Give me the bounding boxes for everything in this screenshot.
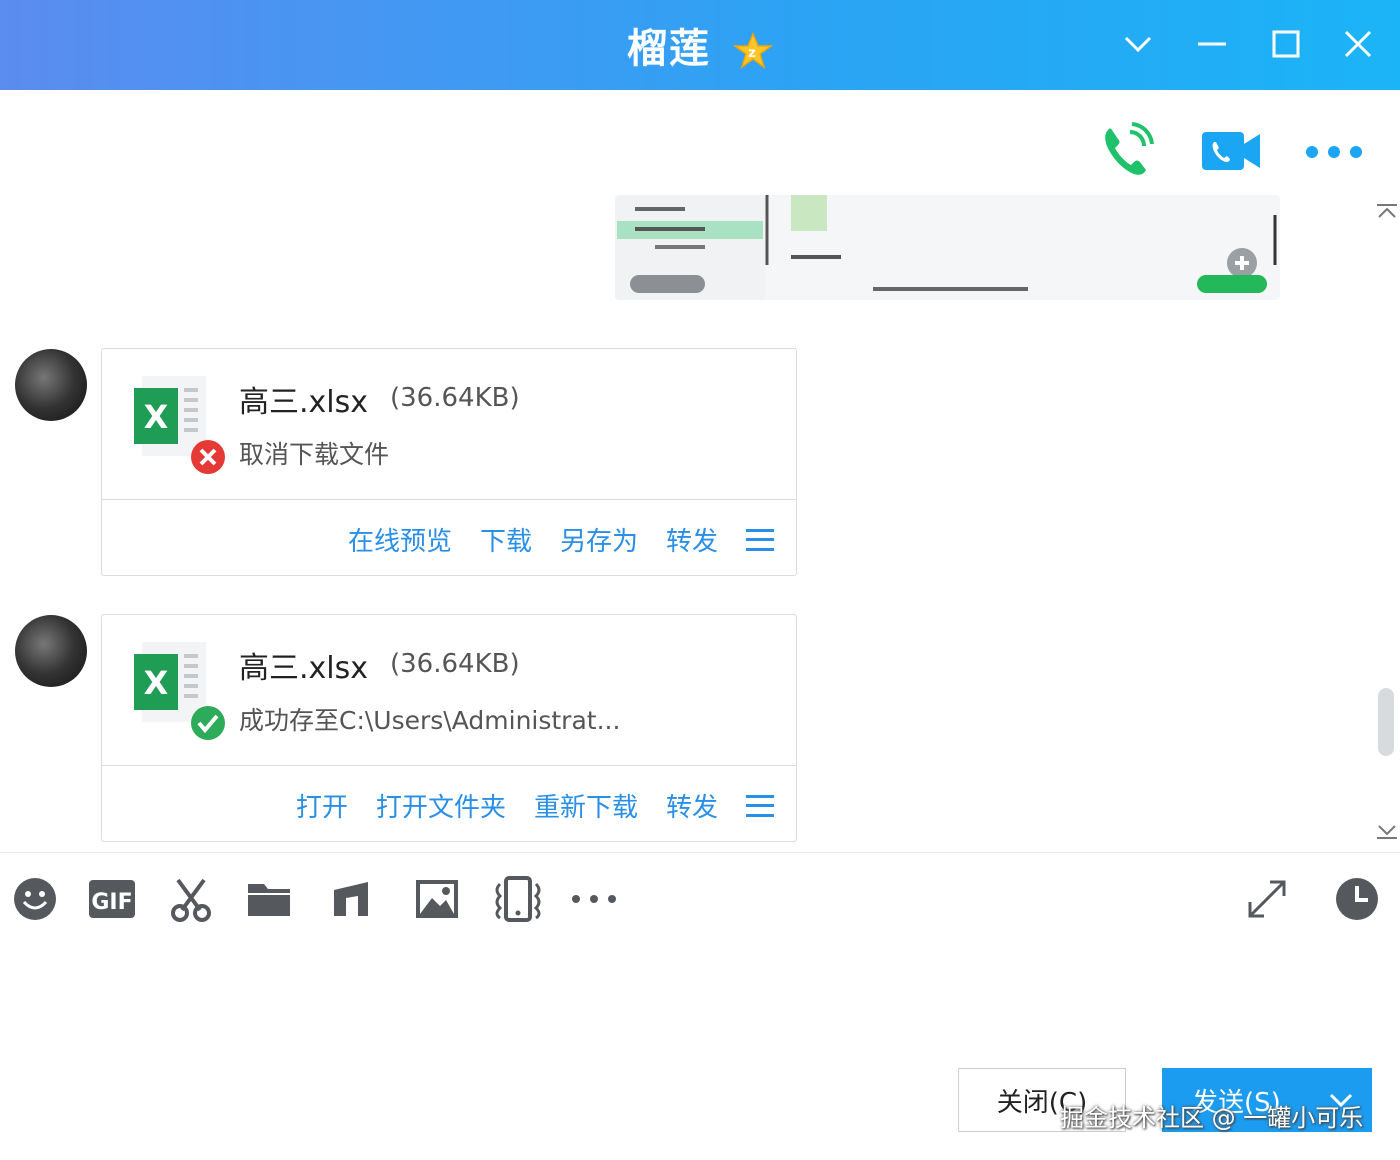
watermark: 掘金技术社区 @ 一罐小可乐	[1060, 1104, 1364, 1132]
download-link[interactable]: 下载	[480, 521, 532, 558]
success-check-icon	[191, 706, 225, 740]
image-icon[interactable]	[414, 876, 460, 922]
error-status-icon	[191, 440, 225, 474]
minimize-icon[interactable]	[1190, 22, 1234, 66]
scrollbar-thumb[interactable]	[1378, 688, 1394, 756]
scroll-up-icon[interactable]	[1376, 203, 1398, 219]
forward-link[interactable]: 转发	[666, 521, 718, 558]
phone-call-icon[interactable]	[1098, 120, 1156, 182]
contact-name: 榴莲	[627, 26, 712, 72]
open-folder-link[interactable]: 打开文件夹	[376, 787, 506, 824]
avatar[interactable]	[15, 349, 87, 421]
scroll-down-icon[interactable]	[1376, 824, 1398, 840]
file-size: (36.64KB)	[390, 383, 520, 413]
gif-icon[interactable]: GIF	[88, 876, 136, 922]
file-message-card: X 高三.xlsx (36.64KB) 取消下载文件 在线预览 下载 另存为 转…	[101, 348, 797, 576]
save-as-link[interactable]: 另存为	[560, 521, 638, 558]
close-icon[interactable]	[1336, 22, 1380, 66]
screenshot-scissors-icon[interactable]	[168, 876, 214, 922]
file-actions: 打开 打开文件夹 重新下载 转发	[296, 787, 774, 824]
more-tools-icon[interactable]	[570, 876, 620, 922]
file-name: 高三.xlsx	[239, 651, 369, 686]
online-preview-link[interactable]: 在线预览	[348, 521, 452, 558]
history-clock-icon[interactable]	[1334, 876, 1380, 922]
title-bar: 榴莲 z	[0, 0, 1400, 90]
card-divider	[102, 765, 796, 766]
expand-icon[interactable]	[1244, 876, 1290, 922]
image-message-thumbnail[interactable]	[615, 195, 1280, 300]
file-status: 取消下载文件	[239, 440, 390, 469]
file-message-card: X 高三.xlsx (36.64KB) 成功存至C:\Users\Adminis…	[101, 614, 797, 842]
file-name: 高三.xlsx	[239, 385, 369, 420]
composer-divider	[0, 852, 1400, 853]
music-icon[interactable]	[328, 876, 374, 922]
file-size: (36.64KB)	[390, 649, 520, 679]
avatar[interactable]	[15, 615, 87, 687]
screenshot-thumbnail-image	[615, 195, 1277, 300]
open-link[interactable]: 打开	[296, 787, 348, 824]
forward-link[interactable]: 转发	[666, 787, 718, 824]
folder-icon[interactable]	[246, 876, 292, 922]
svg-text:z: z	[748, 46, 758, 61]
svg-text:X: X	[144, 398, 169, 436]
file-actions: 在线预览 下载 另存为 转发	[348, 521, 774, 558]
svg-text:GIF: GIF	[91, 890, 132, 915]
maximize-icon[interactable]	[1264, 22, 1308, 66]
redownload-link[interactable]: 重新下载	[534, 787, 638, 824]
shake-window-icon[interactable]	[490, 876, 546, 922]
menu-icon[interactable]	[746, 794, 774, 817]
file-status: 成功存至C:\Users\Administrat...	[239, 706, 621, 735]
chevron-down-icon[interactable]	[1116, 22, 1160, 66]
video-call-icon[interactable]	[1200, 128, 1262, 174]
svg-text:X: X	[144, 664, 169, 702]
card-divider	[102, 499, 796, 500]
vip-star-icon: z	[732, 32, 773, 69]
more-options-icon[interactable]	[1304, 144, 1364, 160]
emoji-icon[interactable]	[12, 876, 58, 922]
menu-icon[interactable]	[746, 528, 774, 551]
